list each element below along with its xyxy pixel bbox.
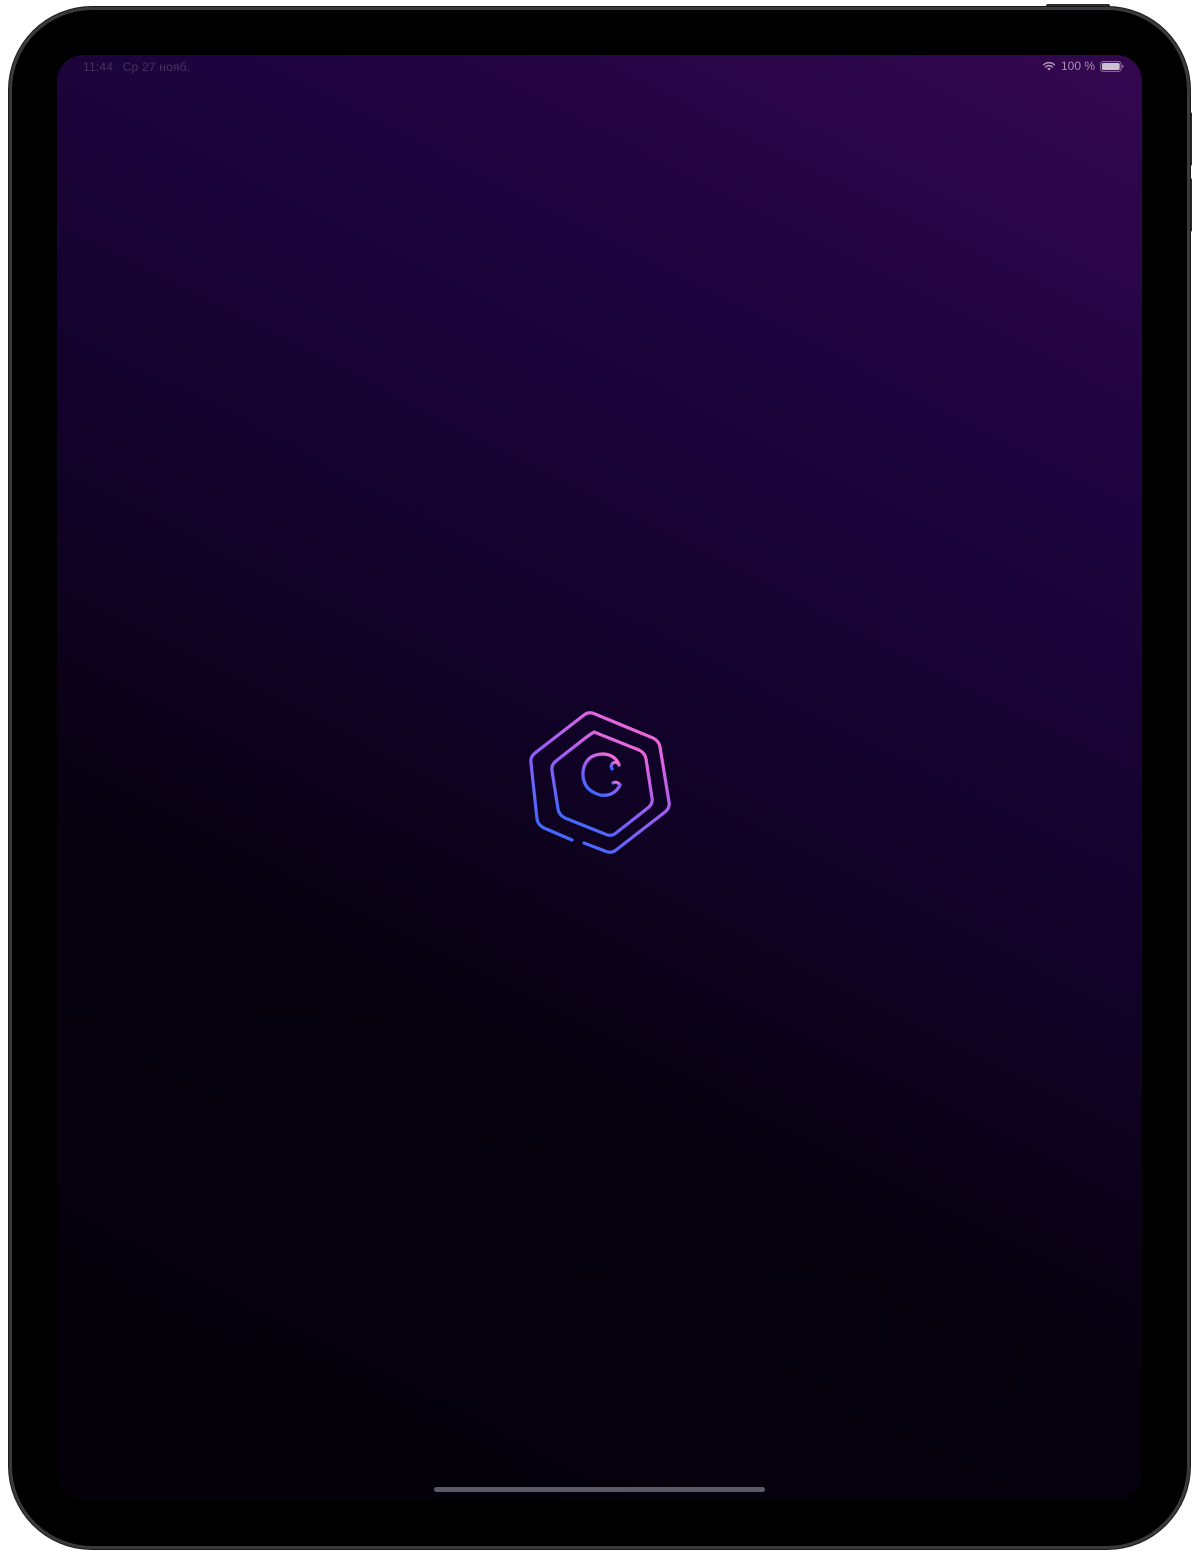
battery-icon (1100, 60, 1124, 72)
status-left: 11:44 Ср 27 нояб. (83, 60, 196, 74)
battery-percent: 100 % (1060, 59, 1095, 73)
status-right: 100 % (1042, 59, 1124, 73)
hexagon-c-logo-icon (524, 701, 676, 861)
splash-screen: 11:44 Ср 27 нояб. 100 % (57, 55, 1142, 1500)
wifi-icon (1042, 61, 1056, 71)
status-bar: 11:44 Ср 27 нояб. 100 % (57, 55, 1142, 81)
status-date: Ср 27 нояб. (122, 60, 191, 74)
home-indicator[interactable] (434, 1487, 765, 1492)
status-time: 11:44 (83, 60, 114, 74)
